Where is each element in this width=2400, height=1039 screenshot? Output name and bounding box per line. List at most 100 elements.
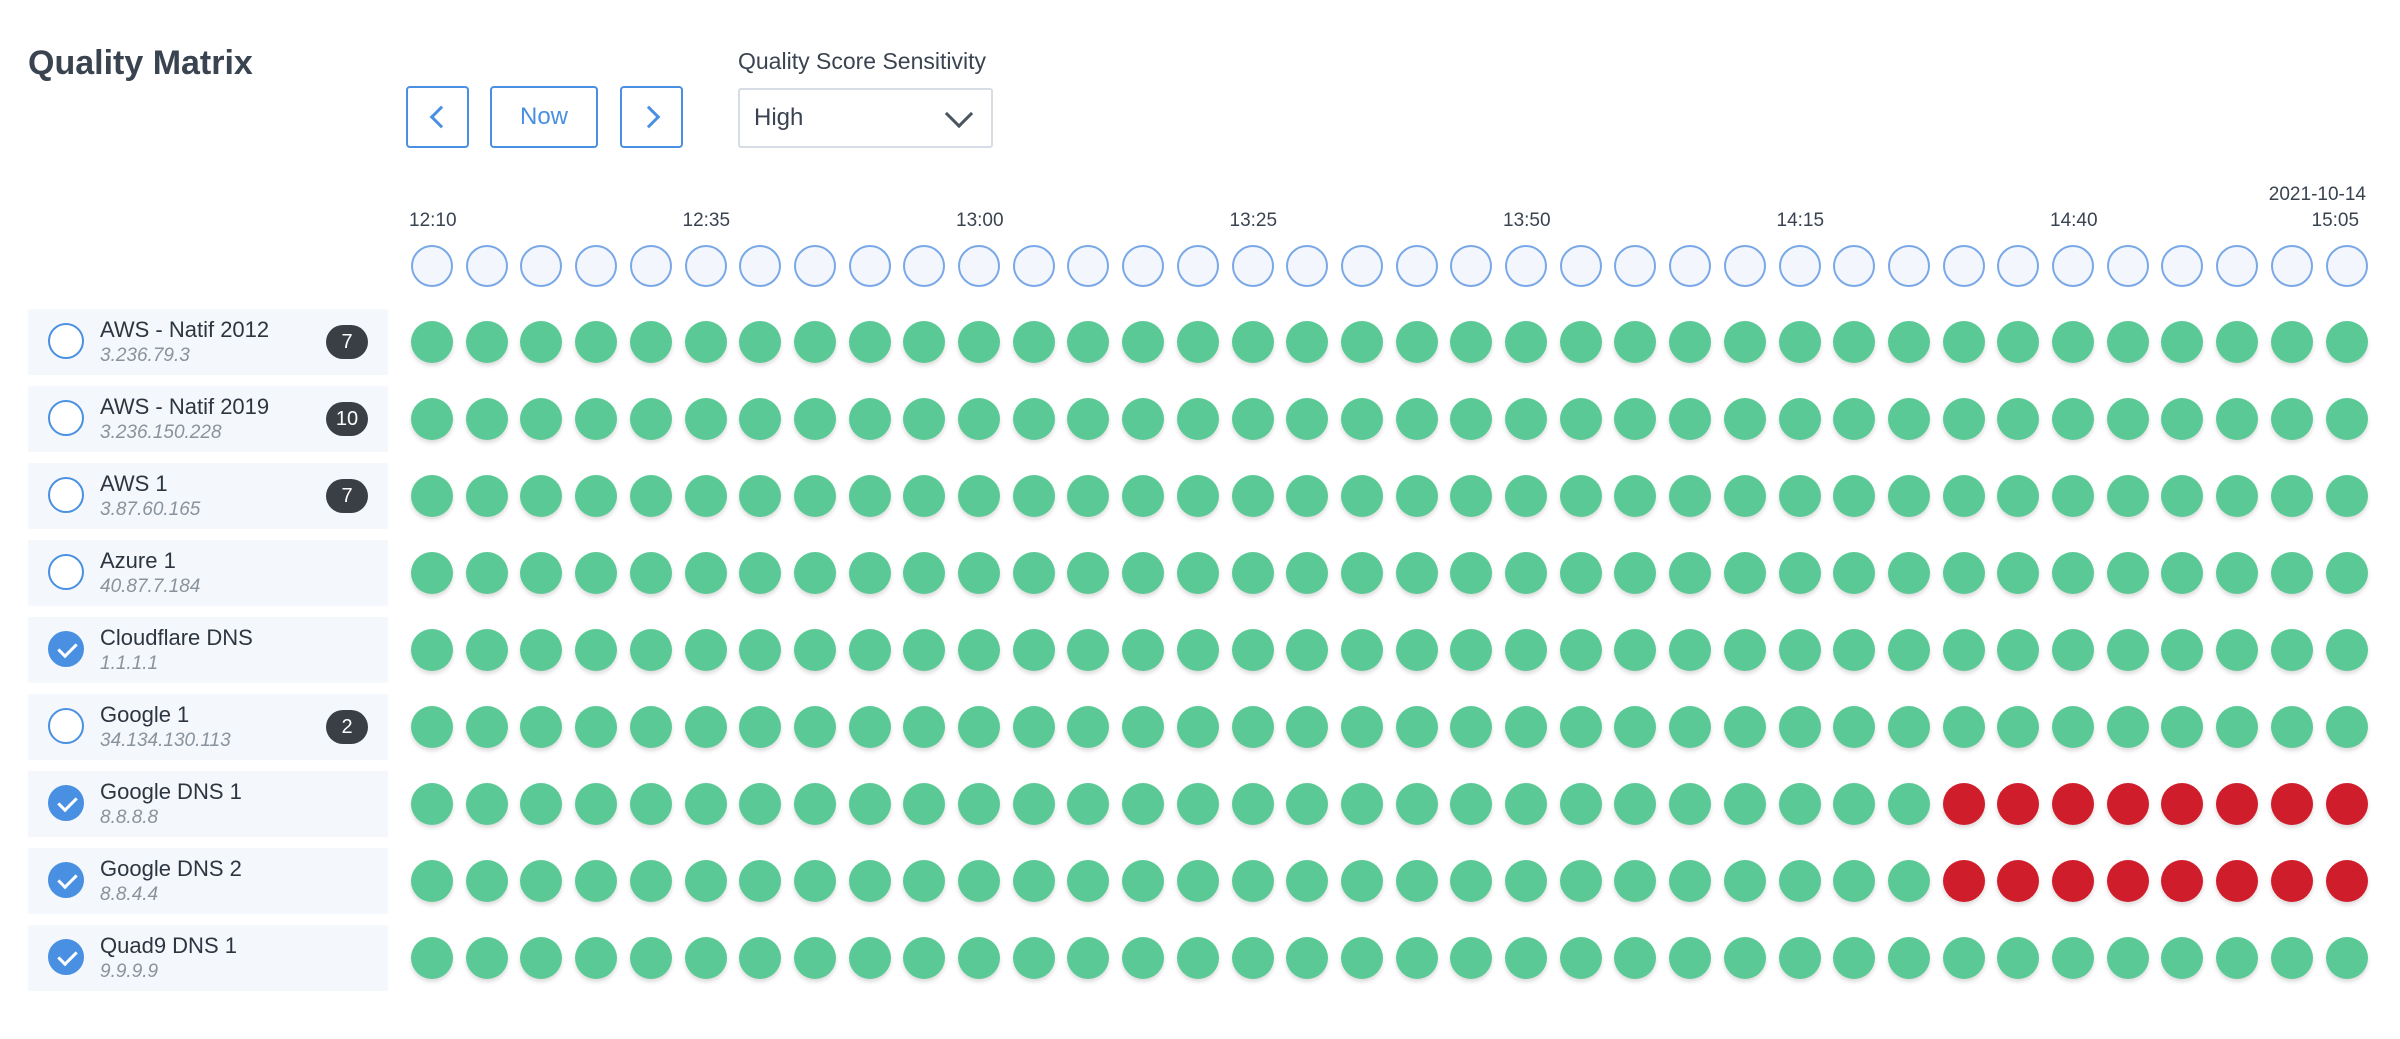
checked-circle-icon[interactable] — [48, 862, 84, 898]
quality-cell-good[interactable] — [1997, 321, 2040, 363]
quality-cell-good[interactable] — [1450, 552, 1493, 594]
quality-cell-good[interactable] — [958, 629, 1000, 671]
quality-cell-good[interactable] — [465, 398, 508, 440]
quality-cell-good[interactable] — [1505, 860, 1547, 902]
quality-cell-good[interactable] — [411, 321, 453, 363]
quality-cell-good[interactable] — [1778, 783, 1821, 825]
quality-cell-good[interactable] — [1340, 706, 1383, 748]
quality-cell-good[interactable] — [1723, 937, 1766, 979]
quality-cell-good[interactable] — [520, 860, 563, 902]
quality-cell-bad[interactable] — [2270, 860, 2313, 902]
quality-cell-good[interactable] — [1012, 860, 1055, 902]
quality-cell-good[interactable] — [1340, 783, 1383, 825]
quality-cell-good[interactable] — [1286, 937, 1329, 979]
quality-cell-good[interactable] — [684, 475, 727, 517]
quality-cell-good[interactable] — [739, 937, 782, 979]
quality-cell-good[interactable] — [1778, 706, 1821, 748]
quality-cell-good[interactable] — [1778, 937, 1821, 979]
quality-cell-good[interactable] — [575, 321, 618, 363]
quality-cell-good[interactable] — [793, 783, 836, 825]
quality-cell-good[interactable] — [575, 552, 618, 594]
quality-cell-good[interactable] — [1012, 783, 1055, 825]
checked-circle-icon[interactable] — [48, 939, 84, 975]
quality-cell-good[interactable] — [1997, 937, 2040, 979]
time-slot-circle[interactable] — [1286, 245, 1329, 287]
quality-cell-good[interactable] — [1614, 706, 1657, 748]
quality-cell-good[interactable] — [1395, 398, 1438, 440]
quality-cell-good[interactable] — [1723, 629, 1766, 671]
time-slot-circle[interactable] — [465, 245, 508, 287]
quality-cell-good[interactable] — [1942, 552, 1985, 594]
quality-cell-good[interactable] — [2325, 475, 2368, 517]
quality-cell-good[interactable] — [1231, 937, 1274, 979]
quality-cell-good[interactable] — [1340, 398, 1383, 440]
unchecked-circle-icon[interactable] — [48, 323, 84, 359]
quality-cell-good[interactable] — [903, 398, 946, 440]
quality-cell-good[interactable] — [411, 552, 453, 594]
quality-cell-good[interactable] — [1723, 475, 1766, 517]
agent-row[interactable]: AWS - Natif 2012 3.236.79.3 7 — [28, 309, 388, 375]
quality-cell-good[interactable] — [1505, 552, 1547, 594]
quality-cell-good[interactable] — [1778, 552, 1821, 594]
time-slot-circle[interactable] — [1778, 245, 1821, 287]
time-slot-circle[interactable] — [1340, 245, 1383, 287]
quality-cell-good[interactable] — [1614, 398, 1657, 440]
quality-cell-good[interactable] — [1450, 475, 1493, 517]
quality-cell-good[interactable] — [520, 706, 563, 748]
quality-cell-good[interactable] — [2161, 706, 2204, 748]
quality-cell-good[interactable] — [1450, 783, 1493, 825]
next-button[interactable] — [620, 86, 683, 148]
quality-cell-good[interactable] — [1176, 783, 1219, 825]
quality-cell-good[interactable] — [629, 475, 672, 517]
quality-cell-good[interactable] — [903, 629, 946, 671]
agent-row[interactable]: Google DNS 1 8.8.8.8 — [28, 771, 388, 837]
quality-cell-good[interactable] — [1122, 475, 1165, 517]
quality-cell-good[interactable] — [848, 860, 891, 902]
quality-cell-good[interactable] — [1833, 937, 1876, 979]
quality-cell-good[interactable] — [684, 706, 727, 748]
quality-cell-good[interactable] — [739, 706, 782, 748]
quality-cell-good[interactable] — [2216, 321, 2259, 363]
quality-cell-good[interactable] — [2216, 475, 2259, 517]
time-slot-circle[interactable] — [1833, 245, 1876, 287]
quality-cell-bad[interactable] — [1997, 860, 2040, 902]
quality-cell-good[interactable] — [1505, 629, 1547, 671]
quality-cell-good[interactable] — [1286, 552, 1329, 594]
quality-cell-good[interactable] — [793, 937, 836, 979]
quality-cell-good[interactable] — [2106, 629, 2149, 671]
quality-cell-good[interactable] — [575, 937, 618, 979]
time-slot-circle[interactable] — [1505, 245, 1547, 287]
quality-cell-good[interactable] — [465, 475, 508, 517]
quality-cell-good[interactable] — [1614, 629, 1657, 671]
quality-cell-good[interactable] — [1176, 706, 1219, 748]
now-button[interactable]: Now — [490, 86, 598, 148]
quality-cell-good[interactable] — [629, 937, 672, 979]
quality-cell-good[interactable] — [1231, 629, 1274, 671]
quality-cell-good[interactable] — [1778, 860, 1821, 902]
quality-cell-good[interactable] — [903, 937, 946, 979]
quality-cell-good[interactable] — [2161, 398, 2204, 440]
quality-cell-good[interactable] — [1395, 783, 1438, 825]
quality-cell-good[interactable] — [2052, 629, 2094, 671]
quality-cell-good[interactable] — [1723, 398, 1766, 440]
quality-cell-good[interactable] — [2216, 552, 2259, 594]
quality-cell-good[interactable] — [2052, 937, 2094, 979]
quality-cell-good[interactable] — [520, 552, 563, 594]
unchecked-circle-icon[interactable] — [48, 554, 84, 590]
quality-cell-good[interactable] — [958, 706, 1000, 748]
quality-cell-good[interactable] — [411, 398, 453, 440]
quality-cell-good[interactable] — [1340, 629, 1383, 671]
quality-cell-good[interactable] — [520, 398, 563, 440]
quality-cell-good[interactable] — [1176, 321, 1219, 363]
quality-cell-good[interactable] — [903, 552, 946, 594]
time-slot-circle[interactable] — [1067, 245, 1110, 287]
quality-cell-good[interactable] — [575, 706, 618, 748]
quality-cell-good[interactable] — [848, 937, 891, 979]
quality-cell-good[interactable] — [1887, 475, 1930, 517]
quality-cell-good[interactable] — [1833, 783, 1876, 825]
quality-cell-good[interactable] — [1723, 321, 1766, 363]
quality-cell-good[interactable] — [1286, 783, 1329, 825]
quality-cell-good[interactable] — [1559, 475, 1602, 517]
quality-cell-good[interactable] — [1942, 629, 1985, 671]
quality-cell-good[interactable] — [848, 552, 891, 594]
